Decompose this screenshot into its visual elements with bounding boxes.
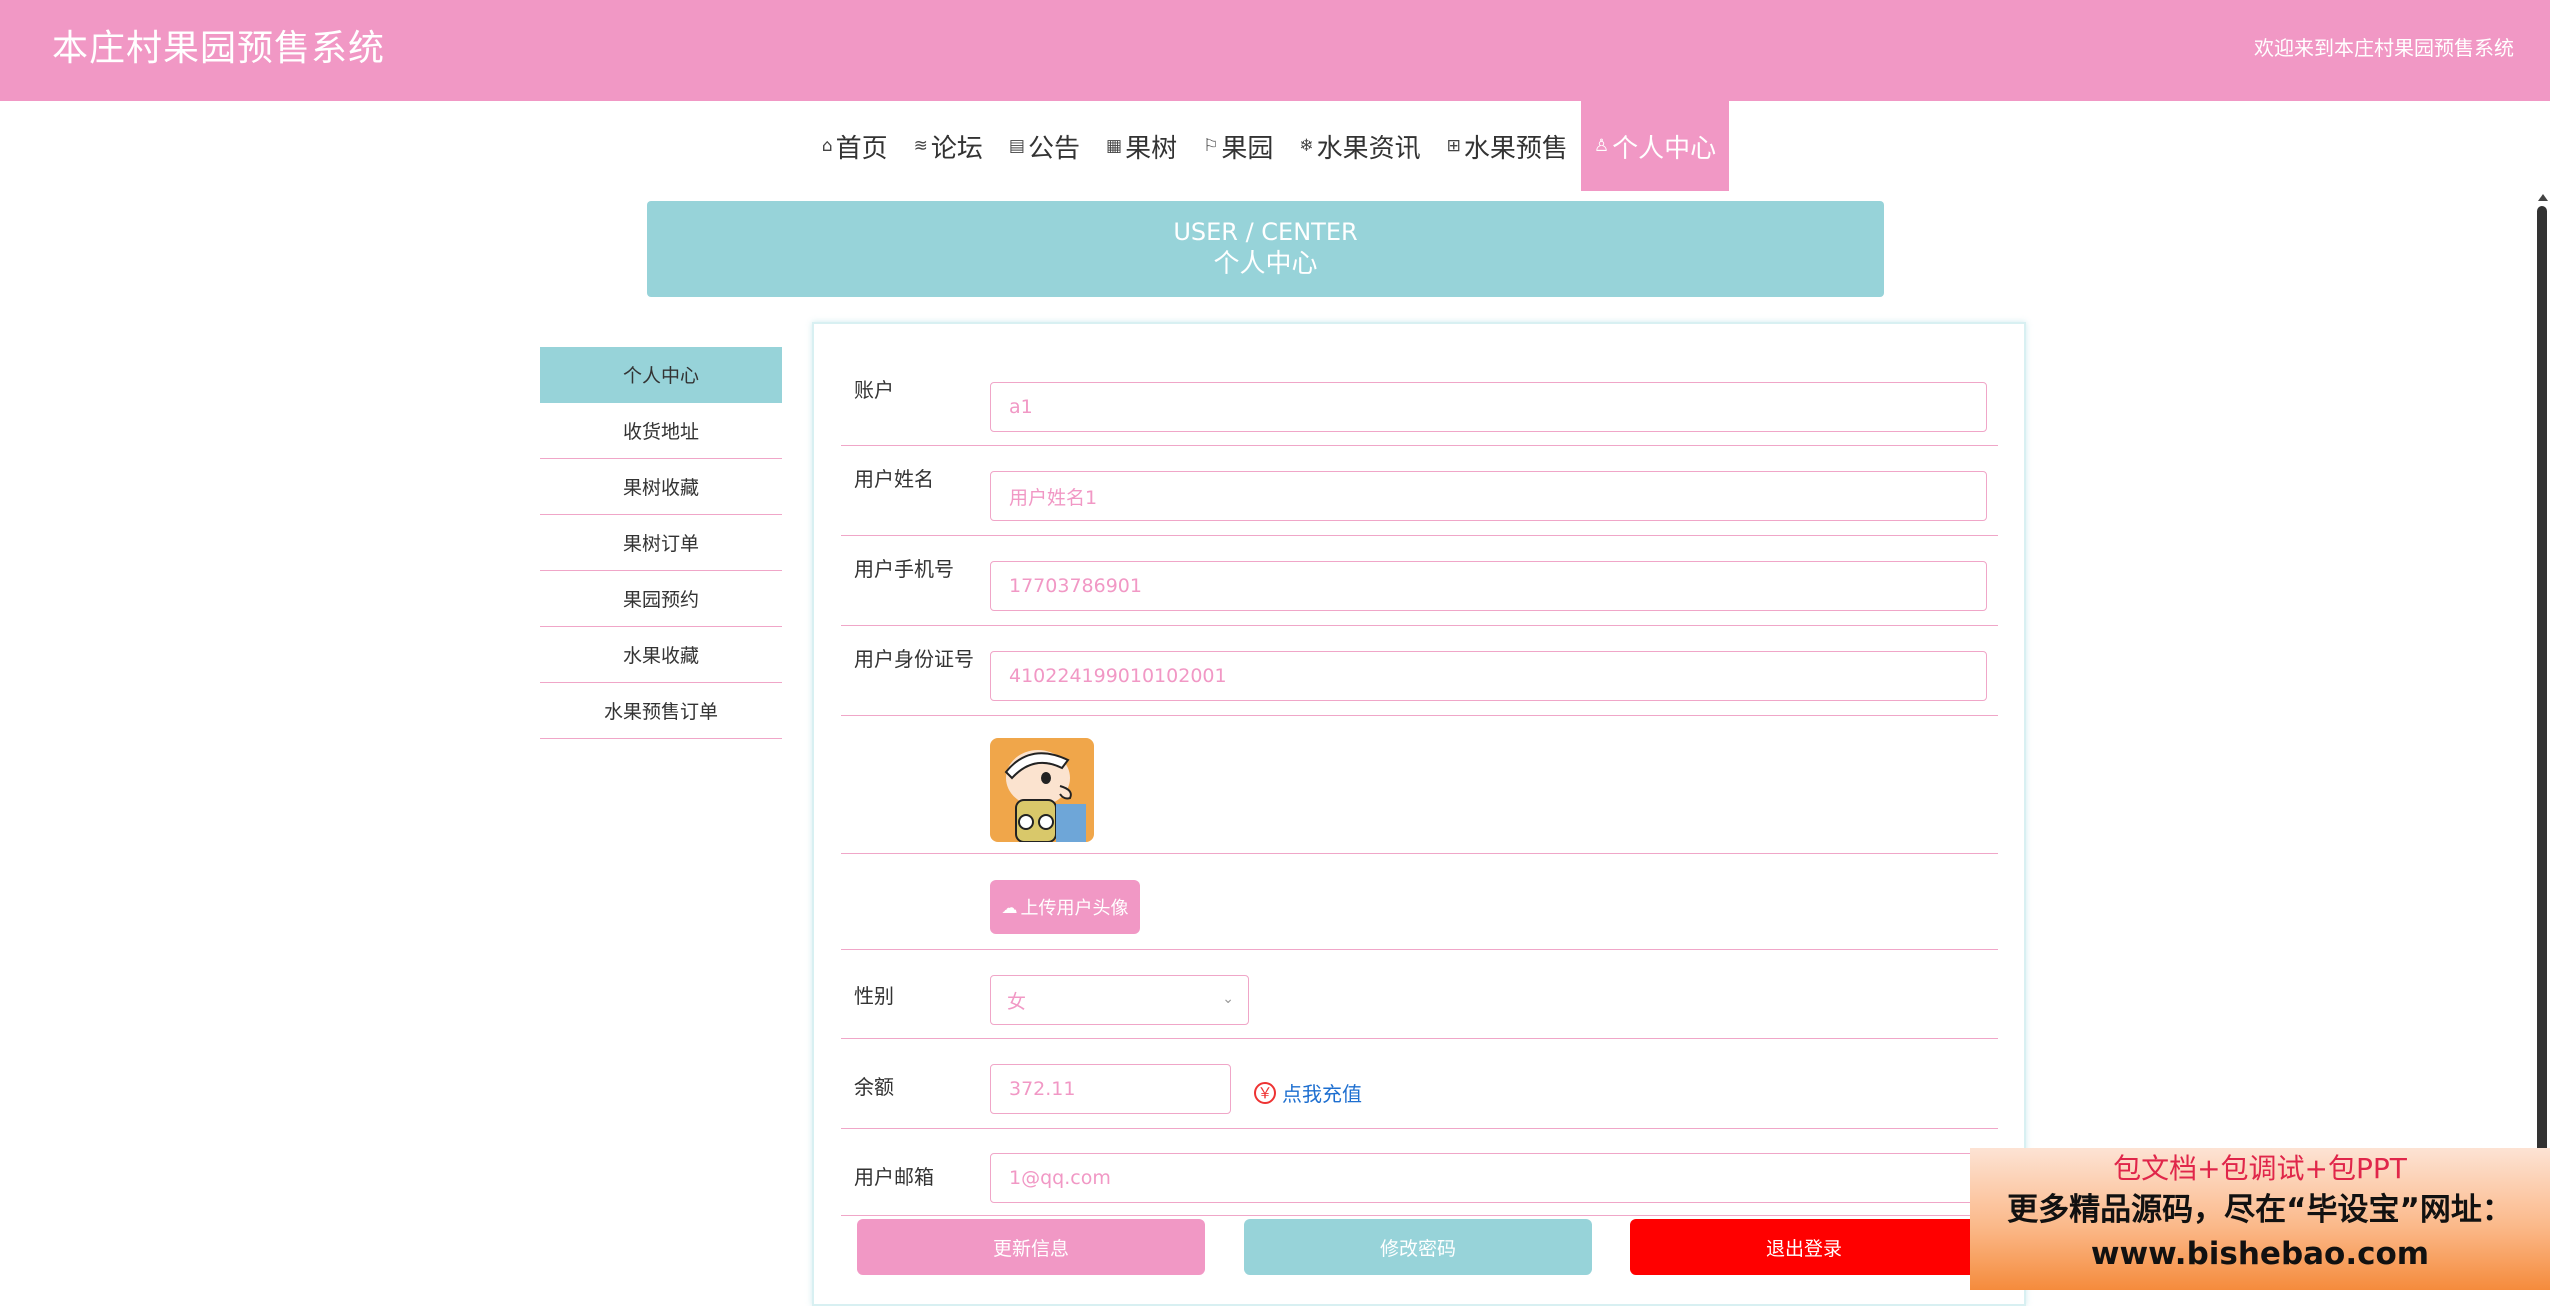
recharge-link[interactable]: ￥ 点我充值 bbox=[1254, 1078, 1362, 1107]
nav-item-1[interactable]: ≋ 论坛 bbox=[901, 101, 996, 191]
nav-item-label: 水果预售 bbox=[1463, 133, 1568, 164]
profile-form-panel: 账户 用户姓名 用户手机号 用户身份证号 bbox=[812, 322, 2026, 1306]
nav-item-0[interactable]: ⌂ 首页 bbox=[809, 101, 901, 191]
user-icon: ♙ bbox=[1593, 136, 1610, 156]
balance-field[interactable] bbox=[990, 1064, 1231, 1114]
snowflake-icon: ❄ bbox=[1299, 136, 1314, 156]
nav-item-label: 果树 bbox=[1125, 133, 1178, 164]
name-input[interactable] bbox=[1007, 484, 1970, 508]
sidebar-item-5[interactable]: 水果收藏 bbox=[540, 627, 782, 683]
phone-input[interactable] bbox=[1007, 574, 1970, 598]
upload-avatar-label: 上传用户头像 bbox=[1020, 898, 1129, 919]
promo-overlay[interactable]: 包文档+包调试+包PPT 更多精品源码，尽在“毕设宝”网址： www.bishe… bbox=[1970, 1148, 2550, 1290]
account-field[interactable] bbox=[990, 382, 1987, 432]
top-header-bar: 本庄村果园预售系统 欢迎来到本庄村果园预售系统 bbox=[0, 0, 2550, 101]
flag-icon: ⚐ bbox=[1203, 136, 1219, 156]
phone-label: 用户手机号 bbox=[854, 557, 954, 581]
main-nav: ⌂ 首页 ≋ 论坛 ▤ 公告 ▦ 果树 ⚐ 果园 ❄ 水果资讯 ⊞ 水果预售 ♙ 个人中心 bbox=[0, 101, 2550, 191]
nav-item-4[interactable]: ⚐ 果园 bbox=[1190, 101, 1286, 191]
recharge-label: 点我充值 bbox=[1282, 1082, 1362, 1106]
change-password-button[interactable]: 修改密码 bbox=[1244, 1219, 1592, 1275]
sidebar-item-6[interactable]: 水果预售订单 bbox=[540, 683, 782, 739]
form-row-avatar bbox=[841, 716, 1998, 854]
gender-label: 性别 bbox=[854, 984, 894, 1008]
nav-item-7[interactable]: ♙ 个人中心 bbox=[1580, 101, 1730, 191]
idcard-field[interactable] bbox=[990, 651, 1987, 701]
sidebar-item-0[interactable]: 个人中心 bbox=[540, 347, 782, 403]
phone-field[interactable] bbox=[990, 561, 1987, 611]
nav-item-2[interactable]: ▤ 公告 bbox=[996, 101, 1093, 191]
user-avatar bbox=[990, 738, 1094, 842]
balance-input[interactable] bbox=[1007, 1077, 1214, 1101]
promo-line-2: 更多精品源码，尽在“毕设宝”网址： bbox=[2007, 1192, 2513, 1228]
form-row-balance: 余额 ￥ 点我充值 bbox=[841, 1039, 1998, 1129]
chevron-down-icon: ⌄ bbox=[1222, 991, 1234, 1007]
promo-line-1: 包文档+包调试+包PPT bbox=[2113, 1152, 2407, 1185]
form-row-upload: ☁ 上传用户头像 bbox=[841, 854, 1998, 950]
logout-button[interactable]: 退出登录 bbox=[1630, 1219, 1978, 1275]
yen-icon: ￥ bbox=[1254, 1081, 1276, 1104]
nav-item-label: 水果资讯 bbox=[1316, 133, 1421, 164]
email-input[interactable] bbox=[1007, 1166, 1970, 1190]
idcard-label: 用户身份证号 bbox=[854, 647, 974, 671]
sidebar-item-4[interactable]: 果园预约 bbox=[540, 571, 782, 627]
idcard-input[interactable] bbox=[1007, 664, 1970, 688]
form-row-gender: 性别 女 ⌄ bbox=[841, 950, 1998, 1039]
nav-item-label: 果园 bbox=[1221, 133, 1274, 164]
avatar-image bbox=[990, 738, 1094, 842]
name-field[interactable] bbox=[990, 471, 1987, 521]
upload-avatar-button[interactable]: ☁ 上传用户头像 bbox=[990, 880, 1140, 934]
grid-icon: ▦ bbox=[1106, 136, 1123, 156]
account-input[interactable] bbox=[1007, 395, 1970, 419]
email-label: 用户邮箱 bbox=[854, 1165, 934, 1189]
layers-icon: ≋ bbox=[913, 136, 928, 156]
section-banner: USER / CENTER 个人中心 bbox=[647, 201, 1884, 297]
main-nav-items: ⌂ 首页 ≋ 论坛 ▤ 公告 ▦ 果树 ⚐ 果园 ❄ 水果资讯 ⊞ 水果预售 ♙ 个人中心 bbox=[809, 101, 1730, 191]
nav-item-5[interactable]: ❄ 水果资讯 bbox=[1286, 101, 1433, 191]
gender-select[interactable]: 女 ⌄ bbox=[990, 975, 1249, 1025]
promo-url: www.bishebao.com bbox=[2090, 1236, 2430, 1272]
cloud-upload-icon: ☁ bbox=[1001, 897, 1018, 917]
sidebar-item-1[interactable]: 收货地址 bbox=[540, 403, 782, 459]
nav-item-label: 论坛 bbox=[930, 133, 983, 164]
welcome-text: 欢迎来到本庄村果园预售系统 bbox=[2254, 36, 2514, 60]
sidebar-item-3[interactable]: 果树订单 bbox=[540, 515, 782, 571]
nav-item-6[interactable]: ⊞ 水果预售 bbox=[1434, 101, 1581, 191]
scroll-up-arrow-icon[interactable] bbox=[2538, 194, 2548, 201]
scrollbar-thumb[interactable] bbox=[2537, 206, 2547, 1161]
nav-item-label: 个人中心 bbox=[1612, 133, 1717, 164]
apps-icon: ⊞ bbox=[1446, 136, 1461, 156]
name-label: 用户姓名 bbox=[854, 467, 934, 491]
email-field[interactable] bbox=[990, 1153, 1987, 1203]
notice-icon: ▤ bbox=[1008, 136, 1025, 156]
form-row-email: 用户邮箱 bbox=[841, 1129, 1998, 1216]
form-row-idcard: 用户身份证号 bbox=[841, 626, 1998, 716]
form-row-phone: 用户手机号 bbox=[841, 536, 1998, 626]
app-title: 本庄村果园预售系统 bbox=[52, 28, 386, 69]
user-sidebar: 个人中心 收货地址 果树收藏 果树订单 果园预约 水果收藏 水果预售订单 bbox=[540, 347, 782, 739]
nav-item-label: 首页 bbox=[835, 133, 888, 164]
sidebar-item-2[interactable]: 果树收藏 bbox=[540, 459, 782, 515]
balance-label: 余额 bbox=[854, 1075, 894, 1099]
form-row-name: 用户姓名 bbox=[841, 446, 1998, 536]
account-label: 账户 bbox=[854, 378, 894, 402]
form-row-account: 账户 bbox=[841, 344, 1998, 446]
banner-title-en: USER / CENTER bbox=[1173, 218, 1358, 246]
gender-value: 女 bbox=[1007, 990, 1027, 1013]
banner-title-cn: 个人中心 bbox=[1213, 249, 1318, 279]
home-icon: ⌂ bbox=[821, 136, 833, 156]
nav-item-label: 公告 bbox=[1027, 133, 1080, 164]
nav-item-3[interactable]: ▦ 果树 bbox=[1093, 101, 1190, 191]
update-info-button[interactable]: 更新信息 bbox=[857, 1219, 1205, 1275]
